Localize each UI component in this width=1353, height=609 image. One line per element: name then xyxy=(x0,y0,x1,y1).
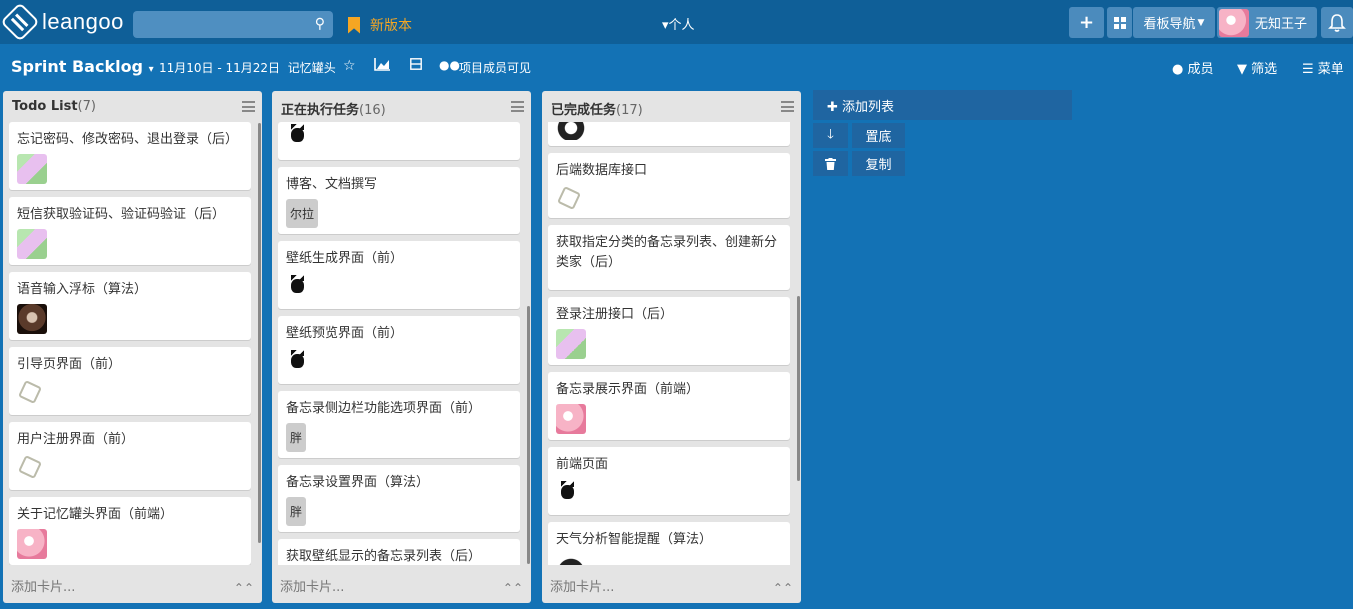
avatar xyxy=(1219,8,1249,37)
logo-icon xyxy=(0,2,40,42)
list-title[interactable]: Todo List(7) xyxy=(12,99,96,114)
card[interactable]: 引导页界面（前） xyxy=(9,347,251,415)
card[interactable] xyxy=(278,122,520,160)
member-tag: 胖 xyxy=(286,497,307,526)
list-body: 后端数据库接口 获取指定分类的备忘录列表、创建新分类家（后） 登录注册接口（后）… xyxy=(548,122,790,565)
bell-icon[interactable] xyxy=(1321,7,1353,38)
user-icon: ● xyxy=(1172,62,1184,77)
card[interactable]: 备忘录侧边栏功能选项界面（前）胖 xyxy=(278,391,520,458)
add-card-link[interactable]: 添加卡片... xyxy=(550,576,614,595)
user-menu[interactable]: 无知王子 xyxy=(1217,7,1317,38)
list-todo: Todo List(7) 忘记密码、修改密码、退出登录（后） 短信获取验证码、验… xyxy=(3,91,262,603)
anime-avatar xyxy=(17,154,47,184)
card[interactable]: 壁纸生成界面（前） xyxy=(278,241,520,309)
list-body: 博客、文档撰写 尔拉 壁纸生成界面（前） 壁纸预览界面（前） 备忘录侧边栏功能选项… xyxy=(278,122,520,565)
chart-icon[interactable] xyxy=(374,58,391,75)
card[interactable]: 博客、文档撰写 尔拉 xyxy=(278,167,520,234)
new-version-link[interactable]: 新版本 xyxy=(348,15,412,35)
card[interactable]: 天气分析智能提醒（算法） xyxy=(548,522,790,565)
new-version-label: 新版本 xyxy=(370,18,412,34)
hair-avatar xyxy=(556,122,586,140)
sketch-avatar xyxy=(17,379,47,409)
add-list-button[interactable]: ✚ 添加列表 xyxy=(813,90,1072,120)
board-grid-icon[interactable] xyxy=(1107,7,1132,38)
logo-text: leangoo xyxy=(42,9,124,34)
username: 无知王子 xyxy=(1255,17,1308,32)
plus-icon: ✚ xyxy=(827,100,838,115)
card[interactable]: 后端数据库接口 xyxy=(548,153,790,218)
personal-dropdown[interactable]: ▾个人 xyxy=(662,14,695,33)
add-button[interactable]: + xyxy=(1069,7,1104,38)
scrollbar[interactable] xyxy=(258,123,261,543)
search-box[interactable]: ⚲ xyxy=(133,11,333,38)
copy-button[interactable]: 复制 xyxy=(852,151,905,176)
sketch-avatar xyxy=(17,454,47,484)
card[interactable]: 获取指定分类的备忘录列表、创建新分类家（后） xyxy=(548,225,790,290)
card[interactable]: 备忘录设置界面（算法）胖 xyxy=(278,465,520,532)
scrollbar[interactable] xyxy=(797,296,800,481)
chevron-down-icon: ▼ xyxy=(1197,17,1205,28)
to-bottom-button[interactable]: 置底 xyxy=(852,123,905,148)
cat-avatar xyxy=(286,348,316,378)
list-in-progress: 正在执行任务(16) 博客、文档撰写 尔拉 壁纸生成界面（前） 壁纸预览界面（前）… xyxy=(272,91,531,603)
star-icon[interactable]: ☆ xyxy=(343,58,356,74)
cat-avatar xyxy=(556,479,586,509)
card[interactable] xyxy=(548,122,790,146)
list-done: 已完成任务(17) 后端数据库接口 获取指定分类的备忘录列表、创建新分类家（后）… xyxy=(542,91,801,603)
visibility-label[interactable]: 项目成员可见 xyxy=(459,59,531,76)
collapse-up-icon[interactable]: ⌃⌃ xyxy=(234,581,254,595)
card[interactable]: 备忘录展示界面（前端） xyxy=(548,372,790,440)
collapse-up-icon[interactable]: ⌃⌃ xyxy=(773,581,793,595)
list-body: 忘记密码、修改密码、退出登录（后） 短信获取验证码、验证码验证（后） 语音输入浮… xyxy=(9,122,251,565)
member-tag: 胖 xyxy=(286,423,307,452)
anime-avatar xyxy=(17,229,47,259)
list-menu-icon[interactable] xyxy=(511,101,524,112)
cat-avatar xyxy=(286,273,316,303)
members-button[interactable]: ● 成员 xyxy=(1172,58,1214,77)
card[interactable]: 前端页面 xyxy=(548,447,790,515)
arrow-down-icon[interactable]: 🡓 xyxy=(813,123,848,148)
sketch-avatar xyxy=(556,185,576,201)
hair-avatar xyxy=(556,554,586,565)
pink-avatar xyxy=(17,529,47,559)
pink-avatar xyxy=(556,404,586,434)
menu-button[interactable]: ☰ 菜单 xyxy=(1302,58,1344,77)
filter-icon: ▼ xyxy=(1237,62,1247,77)
columns-icon[interactable] xyxy=(410,58,422,74)
list-menu-icon[interactable] xyxy=(781,101,794,112)
add-card-link[interactable]: 添加卡片... xyxy=(280,576,344,595)
board-nav-button[interactable]: 看板导航 ▼ xyxy=(1133,7,1215,38)
menu-icon: ☰ xyxy=(1302,62,1314,77)
board-title[interactable]: Sprint Backlog ▾ xyxy=(11,57,154,76)
users-icon: ●● xyxy=(439,58,460,72)
card[interactable]: 用户注册界面（前） xyxy=(9,422,251,490)
card[interactable]: 语音输入浮标（算法） xyxy=(9,272,251,340)
filter-button[interactable]: ▼ 筛选 xyxy=(1237,58,1277,77)
card[interactable]: 关于记忆罐头界面（前端） xyxy=(9,497,251,565)
list-title[interactable]: 已完成任务(17) xyxy=(551,99,643,118)
trash-icon[interactable] xyxy=(813,151,848,176)
cat-avatar xyxy=(286,122,316,152)
sprint-dates[interactable]: 11月10日 - 11月22日 记忆罐头 xyxy=(159,59,336,76)
list-title[interactable]: 正在执行任务(16) xyxy=(281,99,386,118)
scrollbar[interactable] xyxy=(527,306,530,564)
card[interactable]: 获取壁纸显示的备忘录列表（后） xyxy=(278,539,520,565)
anime-avatar xyxy=(556,329,586,359)
dark-avatar xyxy=(17,304,47,334)
board-nav-label: 看板导航 xyxy=(1143,17,1196,32)
card[interactable]: 登录注册接口（后） xyxy=(548,297,790,365)
bookmark-icon xyxy=(348,16,360,34)
card[interactable]: 忘记密码、修改密码、退出登录（后） xyxy=(9,122,251,190)
member-tag: 尔拉 xyxy=(286,199,319,228)
search-icon[interactable]: ⚲ xyxy=(315,16,325,32)
add-card-link[interactable]: 添加卡片... xyxy=(11,576,75,595)
list-menu-icon[interactable] xyxy=(242,101,255,112)
collapse-up-icon[interactable]: ⌃⌃ xyxy=(503,581,523,595)
project-name: 记忆罐头 xyxy=(287,61,336,75)
card[interactable]: 壁纸预览界面（前） xyxy=(278,316,520,384)
logo[interactable]: leangoo xyxy=(0,2,124,42)
card[interactable]: 短信获取验证码、验证码验证（后） xyxy=(9,197,251,265)
